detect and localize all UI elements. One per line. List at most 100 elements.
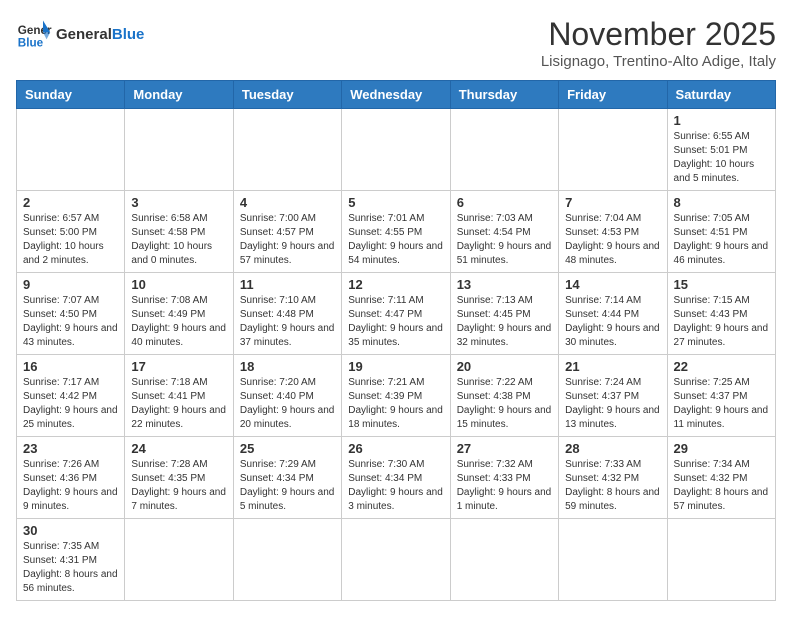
- day-info: Sunrise: 7:03 AM Sunset: 4:54 PM Dayligh…: [457, 212, 552, 268]
- day-number: 6: [457, 195, 552, 210]
- calendar-cell: 12Sunrise: 7:11 AM Sunset: 4:47 PM Dayli…: [342, 273, 450, 355]
- calendar-cell: 2 Sunrise: 6:57 AM Sunset: 5:00 PM Daylig…: [17, 191, 125, 273]
- calendar-cell: 8Sunrise: 7:05 AM Sunset: 4:51 PM Daylig…: [667, 191, 775, 273]
- day-number: 17: [131, 359, 226, 374]
- calendar-cell: 23 Sunrise: 7:26 AM Sunset: 4:36 PM Dayli…: [17, 437, 125, 519]
- day-info: Sunrise: 7:00 AM Sunset: 4:57 PM Dayligh…: [240, 212, 335, 268]
- day-info: Sunrise: 7:01 AM Sunset: 4:55 PM Dayligh…: [348, 212, 443, 268]
- day-number: 23: [23, 441, 118, 456]
- calendar-cell: 19 Sunrise: 7:21 AM Sunset: 4:39 PM Dayli…: [342, 355, 450, 437]
- day-info: Sunrise: 6:55 AM Sunset: 5:01 PM Dayligh…: [674, 130, 769, 186]
- day-number: 11: [240, 277, 335, 292]
- day-number: 4: [240, 195, 335, 210]
- month-title: November 2025: [541, 16, 776, 53]
- calendar-cell: 9Sunrise: 7:07 AM Sunset: 4:50 PM Daylig…: [17, 273, 125, 355]
- calendar-cell: [342, 519, 450, 601]
- day-info: Sunrise: 7:24 AM Sunset: 4:37 PM Dayligh…: [565, 376, 660, 432]
- calendar-table: SundayMondayTuesdayWednesdayThursdayFrid…: [16, 80, 776, 601]
- calendar-cell: 17 Sunrise: 7:18 AM Sunset: 4:41 PM Dayli…: [125, 355, 233, 437]
- calendar-cell: 21 Sunrise: 7:24 AM Sunset: 4:37 PM Dayli…: [559, 355, 667, 437]
- day-number: 20: [457, 359, 552, 374]
- day-info: Sunrise: 7:15 AM Sunset: 4:43 PM Dayligh…: [674, 294, 769, 350]
- calendar-cell: [17, 109, 125, 191]
- calendar-cell: 24 Sunrise: 7:28 AM Sunset: 4:35 PM Dayli…: [125, 437, 233, 519]
- calendar-cell: 29 Sunrise: 7:34 AM Sunset: 4:32 PM Dayli…: [667, 437, 775, 519]
- day-number: 16: [23, 359, 118, 374]
- calendar-cell: 30 Sunrise: 7:35 AM Sunset: 4:31 PM Dayli…: [17, 519, 125, 601]
- day-info: Sunrise: 7:20 AM Sunset: 4:40 PM Dayligh…: [240, 376, 335, 432]
- calendar-cell: 16 Sunrise: 7:17 AM Sunset: 4:42 PM Dayli…: [17, 355, 125, 437]
- week-row-5: 23 Sunrise: 7:26 AM Sunset: 4:36 PM Dayli…: [17, 437, 776, 519]
- logo: General Blue GeneralBlue: [16, 16, 144, 52]
- calendar-cell: [125, 109, 233, 191]
- day-info: Sunrise: 7:04 AM Sunset: 4:53 PM Dayligh…: [565, 212, 660, 268]
- day-info: Sunrise: 7:25 AM Sunset: 4:37 PM Dayligh…: [674, 376, 769, 432]
- day-number: 25: [240, 441, 335, 456]
- day-number: 29: [674, 441, 769, 456]
- calendar-cell: 3 Sunrise: 6:58 AM Sunset: 4:58 PM Daylig…: [125, 191, 233, 273]
- day-info: Sunrise: 7:08 AM Sunset: 4:49 PM Dayligh…: [131, 294, 226, 350]
- day-info: Sunrise: 6:58 AM Sunset: 4:58 PM Dayligh…: [131, 212, 226, 268]
- calendar-cell: [342, 109, 450, 191]
- calendar-cell: 15Sunrise: 7:15 AM Sunset: 4:43 PM Dayli…: [667, 273, 775, 355]
- calendar-cell: [559, 109, 667, 191]
- weekday-header-thursday: Thursday: [450, 81, 558, 109]
- calendar-cell: 27 Sunrise: 7:32 AM Sunset: 4:33 PM Dayli…: [450, 437, 558, 519]
- calendar-cell: 14Sunrise: 7:14 AM Sunset: 4:44 PM Dayli…: [559, 273, 667, 355]
- day-info: Sunrise: 7:32 AM Sunset: 4:33 PM Dayligh…: [457, 458, 552, 514]
- day-number: 27: [457, 441, 552, 456]
- day-number: 30: [23, 523, 118, 538]
- week-row-6: 30 Sunrise: 7:35 AM Sunset: 4:31 PM Dayli…: [17, 519, 776, 601]
- weekday-header-monday: Monday: [125, 81, 233, 109]
- calendar-cell: 25Sunrise: 7:29 AM Sunset: 4:34 PM Dayli…: [233, 437, 341, 519]
- day-info: Sunrise: 7:34 AM Sunset: 4:32 PM Dayligh…: [674, 458, 769, 514]
- calendar-cell: 18 Sunrise: 7:20 AM Sunset: 4:40 PM Dayli…: [233, 355, 341, 437]
- calendar-cell: [233, 109, 341, 191]
- day-number: 7: [565, 195, 660, 210]
- calendar-cell: 6 Sunrise: 7:03 AM Sunset: 4:54 PM Daylig…: [450, 191, 558, 273]
- day-info: Sunrise: 7:30 AM Sunset: 4:34 PM Dayligh…: [348, 458, 443, 514]
- calendar-cell: 13Sunrise: 7:13 AM Sunset: 4:45 PM Dayli…: [450, 273, 558, 355]
- week-row-4: 16 Sunrise: 7:17 AM Sunset: 4:42 PM Dayli…: [17, 355, 776, 437]
- day-number: 18: [240, 359, 335, 374]
- day-info: Sunrise: 7:10 AM Sunset: 4:48 PM Dayligh…: [240, 294, 335, 350]
- day-info: Sunrise: 7:35 AM Sunset: 4:31 PM Dayligh…: [23, 540, 118, 596]
- calendar-cell: 20 Sunrise: 7:22 AM Sunset: 4:38 PM Dayli…: [450, 355, 558, 437]
- day-info: Sunrise: 7:17 AM Sunset: 4:42 PM Dayligh…: [23, 376, 118, 432]
- day-info: Sunrise: 7:26 AM Sunset: 4:36 PM Dayligh…: [23, 458, 118, 514]
- day-number: 12: [348, 277, 443, 292]
- svg-text:Blue: Blue: [18, 37, 44, 50]
- week-row-2: 2 Sunrise: 6:57 AM Sunset: 5:00 PM Daylig…: [17, 191, 776, 273]
- title-block: November 2025 Lisignago, Trentino-Alto A…: [541, 16, 776, 70]
- calendar-cell: [559, 519, 667, 601]
- day-info: Sunrise: 7:13 AM Sunset: 4:45 PM Dayligh…: [457, 294, 552, 350]
- day-info: Sunrise: 7:33 AM Sunset: 4:32 PM Dayligh…: [565, 458, 660, 514]
- weekday-header-saturday: Saturday: [667, 81, 775, 109]
- day-number: 19: [348, 359, 443, 374]
- day-number: 1: [674, 113, 769, 128]
- day-number: 22: [674, 359, 769, 374]
- day-info: Sunrise: 7:21 AM Sunset: 4:39 PM Dayligh…: [348, 376, 443, 432]
- day-info: Sunrise: 7:22 AM Sunset: 4:38 PM Dayligh…: [457, 376, 552, 432]
- day-number: 10: [131, 277, 226, 292]
- weekday-header-friday: Friday: [559, 81, 667, 109]
- day-number: 21: [565, 359, 660, 374]
- location-title: Lisignago, Trentino-Alto Adige, Italy: [541, 53, 776, 70]
- day-number: 28: [565, 441, 660, 456]
- day-number: 3: [131, 195, 226, 210]
- logo-general-text: GeneralBlue: [56, 26, 144, 43]
- day-info: Sunrise: 7:28 AM Sunset: 4:35 PM Dayligh…: [131, 458, 226, 514]
- day-info: Sunrise: 7:14 AM Sunset: 4:44 PM Dayligh…: [565, 294, 660, 350]
- weekday-header-tuesday: Tuesday: [233, 81, 341, 109]
- calendar-cell: 10 Sunrise: 7:08 AM Sunset: 4:49 PM Dayli…: [125, 273, 233, 355]
- calendar-cell: 7 Sunrise: 7:04 AM Sunset: 4:53 PM Daylig…: [559, 191, 667, 273]
- day-info: Sunrise: 7:18 AM Sunset: 4:41 PM Dayligh…: [131, 376, 226, 432]
- weekday-header-sunday: Sunday: [17, 81, 125, 109]
- day-info: Sunrise: 6:57 AM Sunset: 5:00 PM Dayligh…: [23, 212, 118, 268]
- day-number: 24: [131, 441, 226, 456]
- header: General Blue GeneralBlue November 2025 L…: [16, 16, 776, 70]
- day-number: 2: [23, 195, 118, 210]
- day-info: Sunrise: 7:07 AM Sunset: 4:50 PM Dayligh…: [23, 294, 118, 350]
- week-row-1: 1 Sunrise: 6:55 AM Sunset: 5:01 PM Daylig…: [17, 109, 776, 191]
- day-number: 26: [348, 441, 443, 456]
